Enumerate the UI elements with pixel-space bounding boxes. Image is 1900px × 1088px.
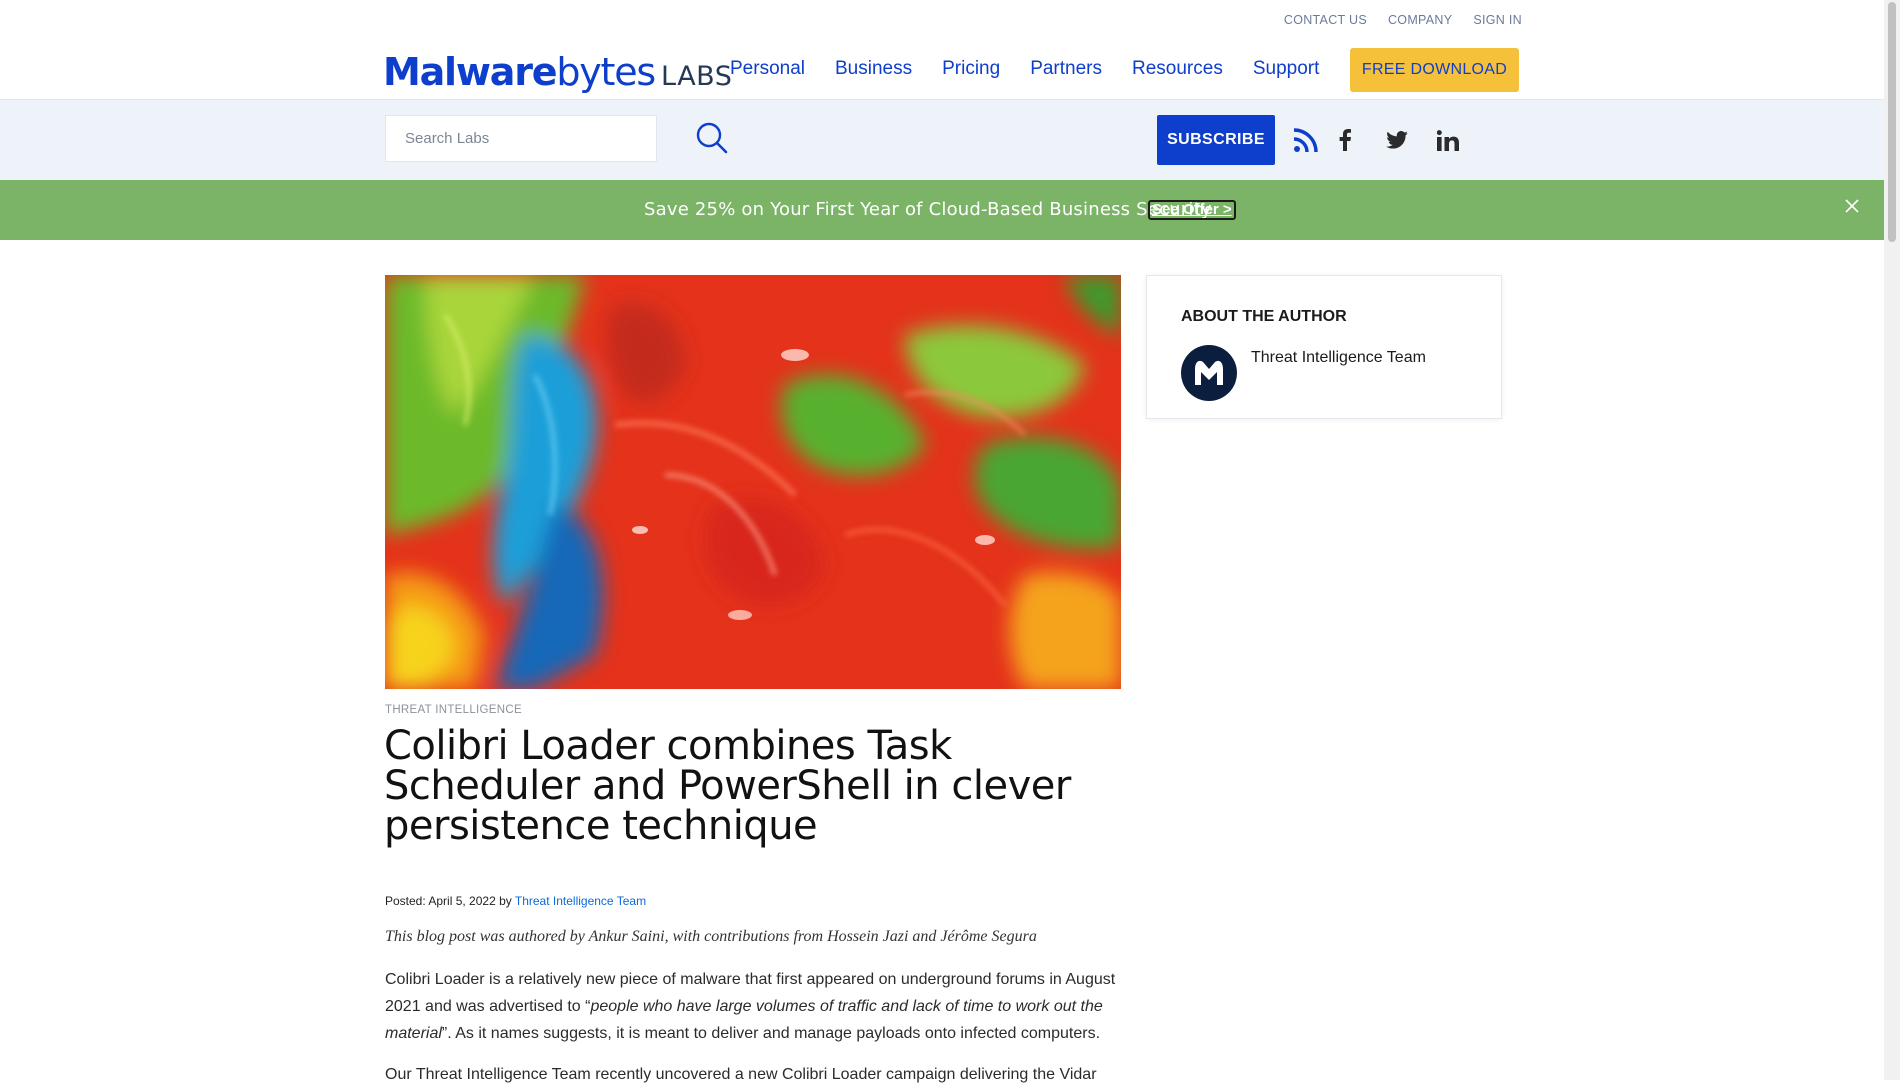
malwarebytes-labs-logo[interactable]: Malwarebytes LABS bbox=[383, 50, 733, 94]
author-name-link[interactable]: Threat Intelligence Team bbox=[1251, 349, 1426, 367]
about-author-heading: ABOUT THE AUTHOR bbox=[1181, 308, 1347, 325]
linkedin-link[interactable] bbox=[1435, 122, 1461, 158]
see-offer-link[interactable]: See Offer > bbox=[1148, 200, 1236, 220]
article-meta: Posted: April 5, 2022 by Threat Intellig… bbox=[385, 894, 646, 908]
nav-partners[interactable]: Partners bbox=[1030, 58, 1102, 80]
nav-business[interactable]: Business bbox=[835, 58, 912, 80]
malwarebytes-m-icon bbox=[1195, 360, 1223, 385]
search-icon bbox=[696, 122, 728, 154]
article-paragraph: Our Threat Intelligence Team recently un… bbox=[385, 1066, 1097, 1083]
author-avatar bbox=[1181, 345, 1237, 401]
author-link[interactable]: Threat Intelligence Team bbox=[515, 894, 646, 908]
article-category-link[interactable]: THREAT INTELLIGENCE bbox=[385, 704, 522, 716]
article-paragraph: Colibri Loader is a relatively new piece… bbox=[385, 966, 1121, 1047]
twitter-link[interactable] bbox=[1384, 122, 1410, 158]
logo-labs: LABS bbox=[661, 61, 733, 92]
page-scrollbar[interactable] bbox=[1884, 0, 1900, 1080]
paragraph-text: ”. As it names suggests, it is meant to … bbox=[441, 1025, 1101, 1042]
company-link[interactable]: COMPANY bbox=[1388, 13, 1452, 27]
about-author-card: ABOUT THE AUTHOR Threat Intelligence Tea… bbox=[1146, 275, 1502, 419]
subscribe-button[interactable]: SUBSCRIBE bbox=[1157, 115, 1275, 165]
search-input[interactable] bbox=[385, 115, 657, 162]
twitter-icon bbox=[1386, 131, 1408, 149]
sign-in-link[interactable]: SIGN IN bbox=[1473, 13, 1522, 27]
rss-icon bbox=[1293, 128, 1318, 153]
abstract-paint-image bbox=[385, 275, 1121, 689]
article-byline-note: This blog post was authored by Ankur Sai… bbox=[385, 928, 1037, 945]
nav-support[interactable]: Support bbox=[1253, 58, 1320, 80]
logo-wordmark-light: bytes bbox=[556, 50, 656, 94]
logo-wordmark-bold: Malware bbox=[383, 50, 558, 94]
site-header: CONTACT US COMPANY SIGN IN Malwarebytes … bbox=[0, 0, 1884, 100]
facebook-icon bbox=[1339, 129, 1351, 151]
rss-link[interactable] bbox=[1292, 122, 1320, 158]
close-icon bbox=[1845, 199, 1859, 213]
scrollbar-thumb[interactable] bbox=[1888, 2, 1896, 242]
logo-wordmark: Malwarebytes bbox=[383, 50, 656, 94]
contact-us-link[interactable]: CONTACT US bbox=[1284, 13, 1367, 27]
posted-date: Posted: April 5, 2022 by bbox=[385, 894, 515, 908]
utility-nav: CONTACT US COMPANY SIGN IN bbox=[1284, 13, 1522, 27]
article-title: Colibri Loader combines Task Scheduler a… bbox=[384, 723, 1071, 849]
search-subscribe-bar: SUBSCRIBE bbox=[0, 100, 1884, 180]
main-nav: Personal Business Pricing Partners Resou… bbox=[730, 58, 1319, 80]
nav-personal[interactable]: Personal bbox=[730, 58, 805, 80]
nav-pricing[interactable]: Pricing bbox=[942, 58, 1000, 80]
search-button[interactable] bbox=[694, 120, 730, 156]
promo-close-button[interactable] bbox=[1843, 197, 1861, 215]
promo-text: Save 25% on Your First Year of Cloud-Bas… bbox=[644, 199, 1212, 220]
hero-image bbox=[385, 275, 1121, 689]
facebook-link[interactable] bbox=[1334, 122, 1356, 158]
nav-resources[interactable]: Resources bbox=[1132, 58, 1223, 80]
promo-banner: Save 25% on Your First Year of Cloud-Bas… bbox=[0, 180, 1884, 240]
free-download-button[interactable]: FREE DOWNLOAD bbox=[1350, 48, 1519, 92]
linkedin-icon bbox=[1437, 129, 1459, 151]
